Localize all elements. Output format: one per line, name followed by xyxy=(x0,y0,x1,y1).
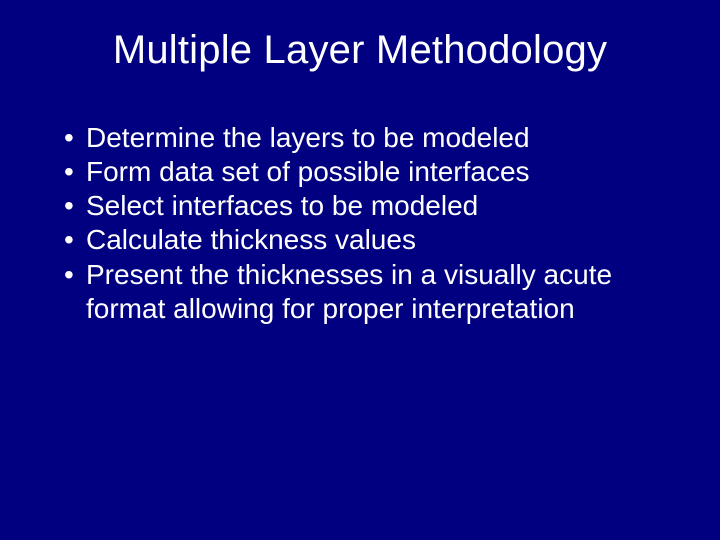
bullet-text: Calculate thickness values xyxy=(86,223,672,257)
list-item: • Select interfaces to be modeled xyxy=(62,189,672,223)
list-item: • Present the thicknesses in a visually … xyxy=(62,258,672,326)
bullet-list: • Determine the layers to be modeled • F… xyxy=(48,121,672,326)
bullet-icon: • xyxy=(62,155,86,189)
bullet-text: Form data set of possible interfaces xyxy=(86,155,672,189)
list-item: • Form data set of possible interfaces xyxy=(62,155,672,189)
list-item: • Calculate thickness values xyxy=(62,223,672,257)
bullet-text: Select interfaces to be modeled xyxy=(86,189,672,223)
bullet-text: Determine the layers to be modeled xyxy=(86,121,672,155)
bullet-icon: • xyxy=(62,223,86,257)
bullet-icon: • xyxy=(62,258,86,292)
bullet-icon: • xyxy=(62,121,86,155)
slide-title: Multiple Layer Methodology xyxy=(48,28,672,73)
bullet-text: Present the thicknesses in a visually ac… xyxy=(86,258,672,326)
list-item: • Determine the layers to be modeled xyxy=(62,121,672,155)
bullet-icon: • xyxy=(62,189,86,223)
slide: Multiple Layer Methodology • Determine t… xyxy=(0,0,720,540)
